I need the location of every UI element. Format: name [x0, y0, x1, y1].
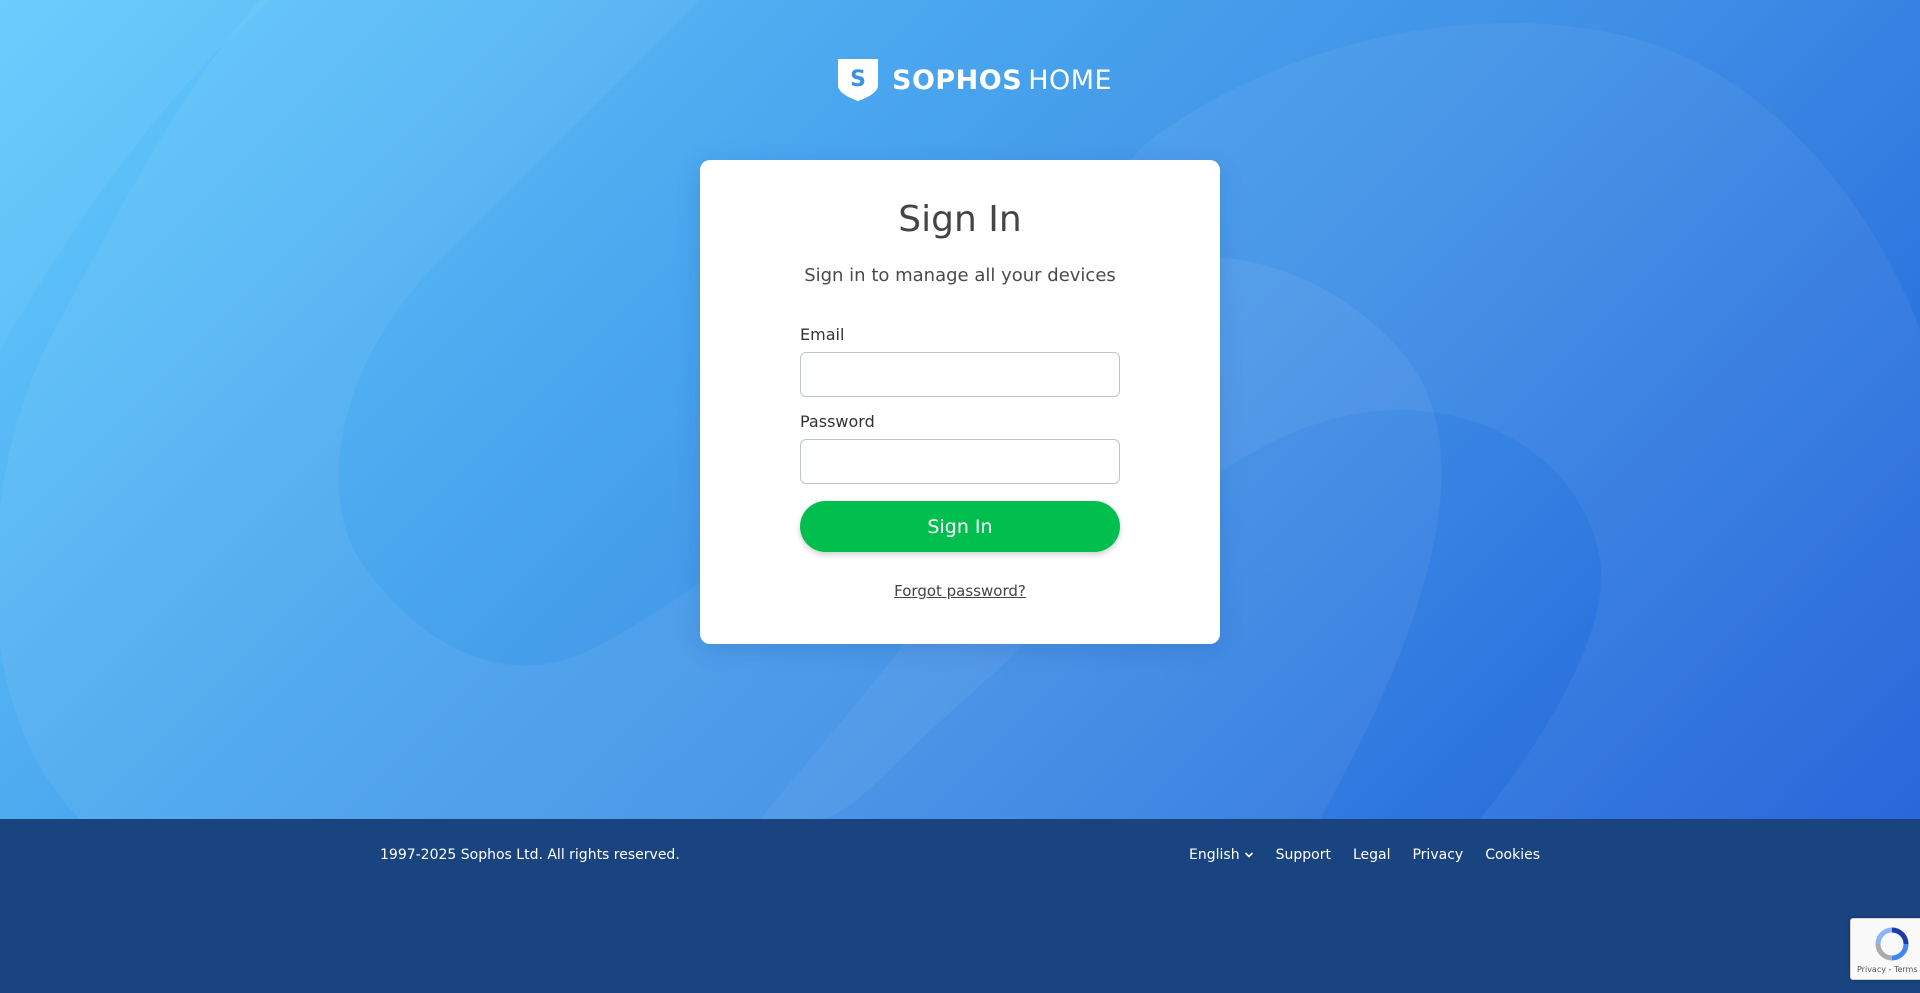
email-label: Email	[800, 325, 845, 344]
recaptcha-badge[interactable]: Privacy - Terms	[1850, 918, 1920, 980]
footer-links: English Support Legal Privacy Cookies	[1189, 847, 1540, 863]
language-selector[interactable]: English	[1189, 847, 1254, 863]
email-field[interactable]	[800, 352, 1120, 397]
recaptcha-privacy-terms[interactable]: Privacy - Terms	[1857, 965, 1918, 974]
logo-brand: SOPHOS	[892, 64, 1023, 96]
page: S SOPHOS HOME Sign In Sign in to manage a…	[0, 0, 1920, 993]
sign-in-button[interactable]: Sign In	[800, 501, 1120, 552]
password-label: Password	[800, 412, 875, 431]
shield-icon: S	[838, 59, 878, 101]
hero-background: S SOPHOS HOME Sign In Sign in to manage a…	[0, 0, 1920, 819]
footer-link-legal[interactable]: Legal	[1353, 847, 1391, 863]
page-subtitle: Sign in to manage all your devices	[804, 265, 1116, 286]
page-title: Sign In	[898, 199, 1022, 240]
footer-link-privacy[interactable]: Privacy	[1412, 847, 1463, 863]
logo-wordmark: SOPHOS HOME	[892, 67, 1112, 94]
footer-link-cookies[interactable]: Cookies	[1485, 847, 1540, 863]
footer-link-support[interactable]: Support	[1276, 847, 1331, 863]
logo-product: HOME	[1028, 64, 1113, 96]
language-label: English	[1189, 847, 1240, 863]
forgot-password-link[interactable]: Forgot password?	[700, 582, 1220, 600]
chevron-down-icon	[1244, 852, 1253, 858]
footer: 1997-2025 Sophos Ltd. All rights reserve…	[0, 819, 1920, 993]
sophos-home-logo: S SOPHOS HOME	[838, 59, 1112, 101]
shield-letter: S	[850, 67, 866, 92]
sign-in-card: Sign In Sign in to manage all your devic…	[700, 160, 1220, 644]
password-field[interactable]	[800, 439, 1120, 484]
copyright-text: 1997-2025 Sophos Ltd. All rights reserve…	[380, 847, 680, 863]
recaptcha-icon	[1875, 927, 1909, 961]
